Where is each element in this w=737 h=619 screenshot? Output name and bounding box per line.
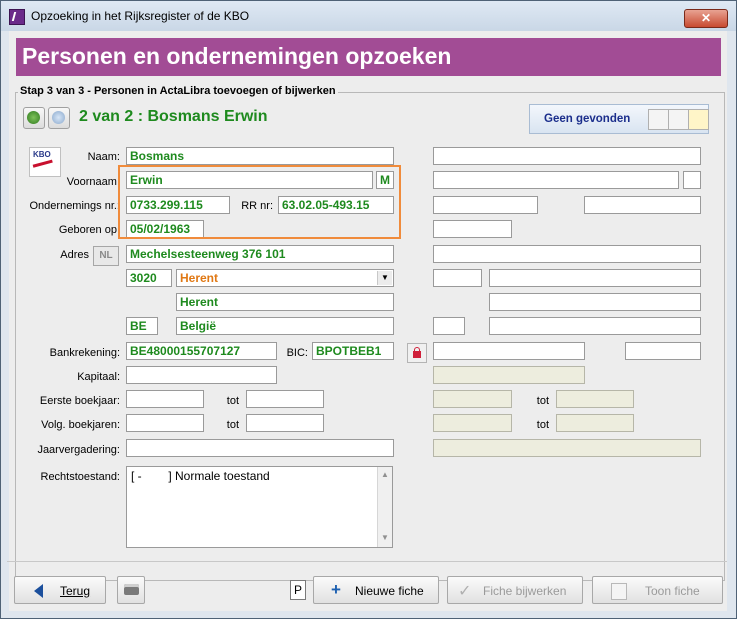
memo-scrollbar[interactable]: ▲ ▼ — [377, 467, 392, 547]
window-title: Opzoeking in het Rijksregister of de KBO — [31, 9, 250, 23]
adres-field[interactable]: Mechelsesteenweg 376 101 — [126, 245, 394, 263]
right-landcode-field[interactable] — [433, 317, 465, 335]
gemeente-select[interactable]: Herent ▼ — [176, 269, 394, 287]
bankrekening-field[interactable]: BE48000155707127 — [126, 342, 277, 360]
kapitaal-field[interactable] — [126, 366, 277, 384]
chevron-down-icon[interactable]: ▼ — [377, 271, 392, 285]
eerste-boekjaar-from[interactable] — [126, 390, 204, 408]
back-arrow-icon — [34, 584, 43, 598]
postcode-field[interactable]: 3020 — [126, 269, 172, 287]
label-geboren: Geboren op: — [58, 224, 120, 236]
volg-boekjaren-from[interactable] — [126, 414, 204, 432]
label-tot-1: tot — [226, 395, 239, 407]
label-tot-3: tot — [536, 395, 549, 407]
footer-separator — [7, 561, 727, 562]
right-geboren-field[interactable] — [433, 220, 512, 238]
right-land-field[interactable] — [489, 317, 701, 335]
label-jaarvergadering: Jaarvergadering: — [37, 444, 120, 456]
toon-fiche-label: Toon fiche — [645, 584, 700, 598]
right-bankrekening-field[interactable] — [433, 342, 585, 360]
label-tot-2: tot — [226, 419, 239, 431]
p-box[interactable]: P — [290, 580, 306, 600]
gemeente-select-value: Herent — [180, 271, 219, 285]
right-jaarvergadering-field — [433, 439, 701, 457]
right-postcode-field[interactable] — [433, 269, 482, 287]
page-banner: Personen en ondernemingen opzoeken — [16, 38, 721, 76]
naam-field[interactable]: Bosmans — [126, 147, 394, 165]
right-eerste-boekjaar-to — [556, 390, 634, 408]
right-bic-field[interactable] — [625, 342, 701, 360]
volg-boekjaren-to[interactable] — [246, 414, 324, 432]
search-person-alt-icon[interactable] — [668, 109, 689, 130]
right-volg-boekjaren-from — [433, 414, 512, 432]
title-bar: Opzoeking in het Rijksregister of de KBO… — [1, 1, 736, 31]
nav-back-button[interactable] — [23, 107, 45, 129]
lock-icon — [413, 351, 421, 358]
label-bankrekening: Bankrekening: — [49, 347, 120, 359]
search-person-icon[interactable] — [648, 109, 669, 130]
bic-field[interactable]: BPOTBEB1 — [312, 342, 394, 360]
step-label: Stap 3 van 3 - Personen in ActaLibra toe… — [18, 85, 338, 97]
label-volg-boekjaren: Volg. boekjaren: — [41, 419, 120, 431]
plus-icon: + — [331, 580, 341, 599]
nav-forward-button[interactable] — [48, 107, 70, 129]
lock-button[interactable] — [407, 343, 427, 363]
land-field[interactable]: België — [176, 317, 394, 335]
right-eerste-boekjaar-from — [433, 390, 512, 408]
terug-button[interactable]: Terug — [14, 576, 106, 604]
lock-person-icon[interactable] — [688, 109, 709, 130]
label-adres: Adres — [60, 249, 89, 261]
close-button[interactable]: ✕ — [684, 9, 728, 28]
right-gemeente-field[interactable] — [489, 293, 701, 311]
landcode-field[interactable]: BE — [126, 317, 158, 335]
check-icon: ✓ — [458, 583, 472, 600]
jaarvergadering-field[interactable] — [126, 439, 394, 457]
print-button[interactable] — [117, 576, 145, 604]
record-title: 2 van 2 : Bosmans Erwin — [79, 108, 268, 125]
eerste-boekjaar-to[interactable] — [246, 390, 324, 408]
printer-icon — [124, 584, 139, 595]
search-status-panel: Geen gevonden — [529, 104, 709, 134]
highlight-box — [118, 165, 401, 239]
label-rechtstoestand: Rechtstoestand: — [40, 471, 121, 483]
label-ondernemingsnr: Ondernemings nr.: — [29, 200, 121, 212]
label-eerste-boekjaar: Eerste boekjaar: — [39, 395, 120, 407]
record-toolbar: 2 van 2 : Bosmans Erwin Geen gevonden — [21, 104, 715, 134]
nav-forward-icon — [52, 111, 65, 124]
app-window: Opzoeking in het Rijksregister of de KBO… — [0, 0, 737, 619]
nav-back-icon — [27, 111, 40, 124]
rechtstoestand-text: [ - ] Normale toestand — [131, 469, 270, 483]
actalibra-app-icon — [9, 9, 25, 25]
nieuwe-fiche-label: Nieuwe fiche — [355, 584, 424, 598]
gemeente-field[interactable]: Herent — [176, 293, 394, 311]
right-voornaam-field[interactable] — [433, 171, 679, 189]
right-volg-boekjaren-to — [556, 414, 634, 432]
view-card-icon — [611, 583, 627, 600]
right-naam-field[interactable] — [433, 147, 701, 165]
label-kapitaal: Kapitaal: — [77, 371, 120, 383]
page-title: Personen en ondernemingen opzoeken — [22, 43, 452, 69]
label-bic: BIC: — [286, 347, 308, 359]
fiche-bijwerken-button[interactable]: ✓ Fiche bijwerken — [447, 576, 583, 604]
right-ondernemingsnr-field[interactable] — [433, 196, 538, 214]
label-naam: Naam: — [87, 151, 120, 163]
right-kapitaal-field — [433, 366, 585, 384]
label-tot-4: tot — [536, 419, 549, 431]
rechtstoestand-memo[interactable]: [ - ] Normale toestand ▲ ▼ — [126, 466, 393, 548]
right-rrnr-field[interactable] — [584, 196, 701, 214]
fiche-bijwerken-label: Fiche bijwerken — [483, 584, 567, 598]
right-adres-field[interactable] — [433, 245, 701, 263]
right-gender-field[interactable] — [683, 171, 701, 189]
terug-label: Terug — [60, 584, 91, 598]
label-voornaam: Voornaam: — [66, 176, 120, 188]
right-gemeente-select[interactable] — [489, 269, 701, 287]
toon-fiche-button[interactable]: Toon fiche — [592, 576, 723, 604]
address-language-button[interactable]: NL — [93, 246, 119, 266]
nieuwe-fiche-button[interactable]: + Nieuwe fiche — [313, 576, 439, 604]
search-status-text: Geen gevonden — [544, 113, 631, 125]
